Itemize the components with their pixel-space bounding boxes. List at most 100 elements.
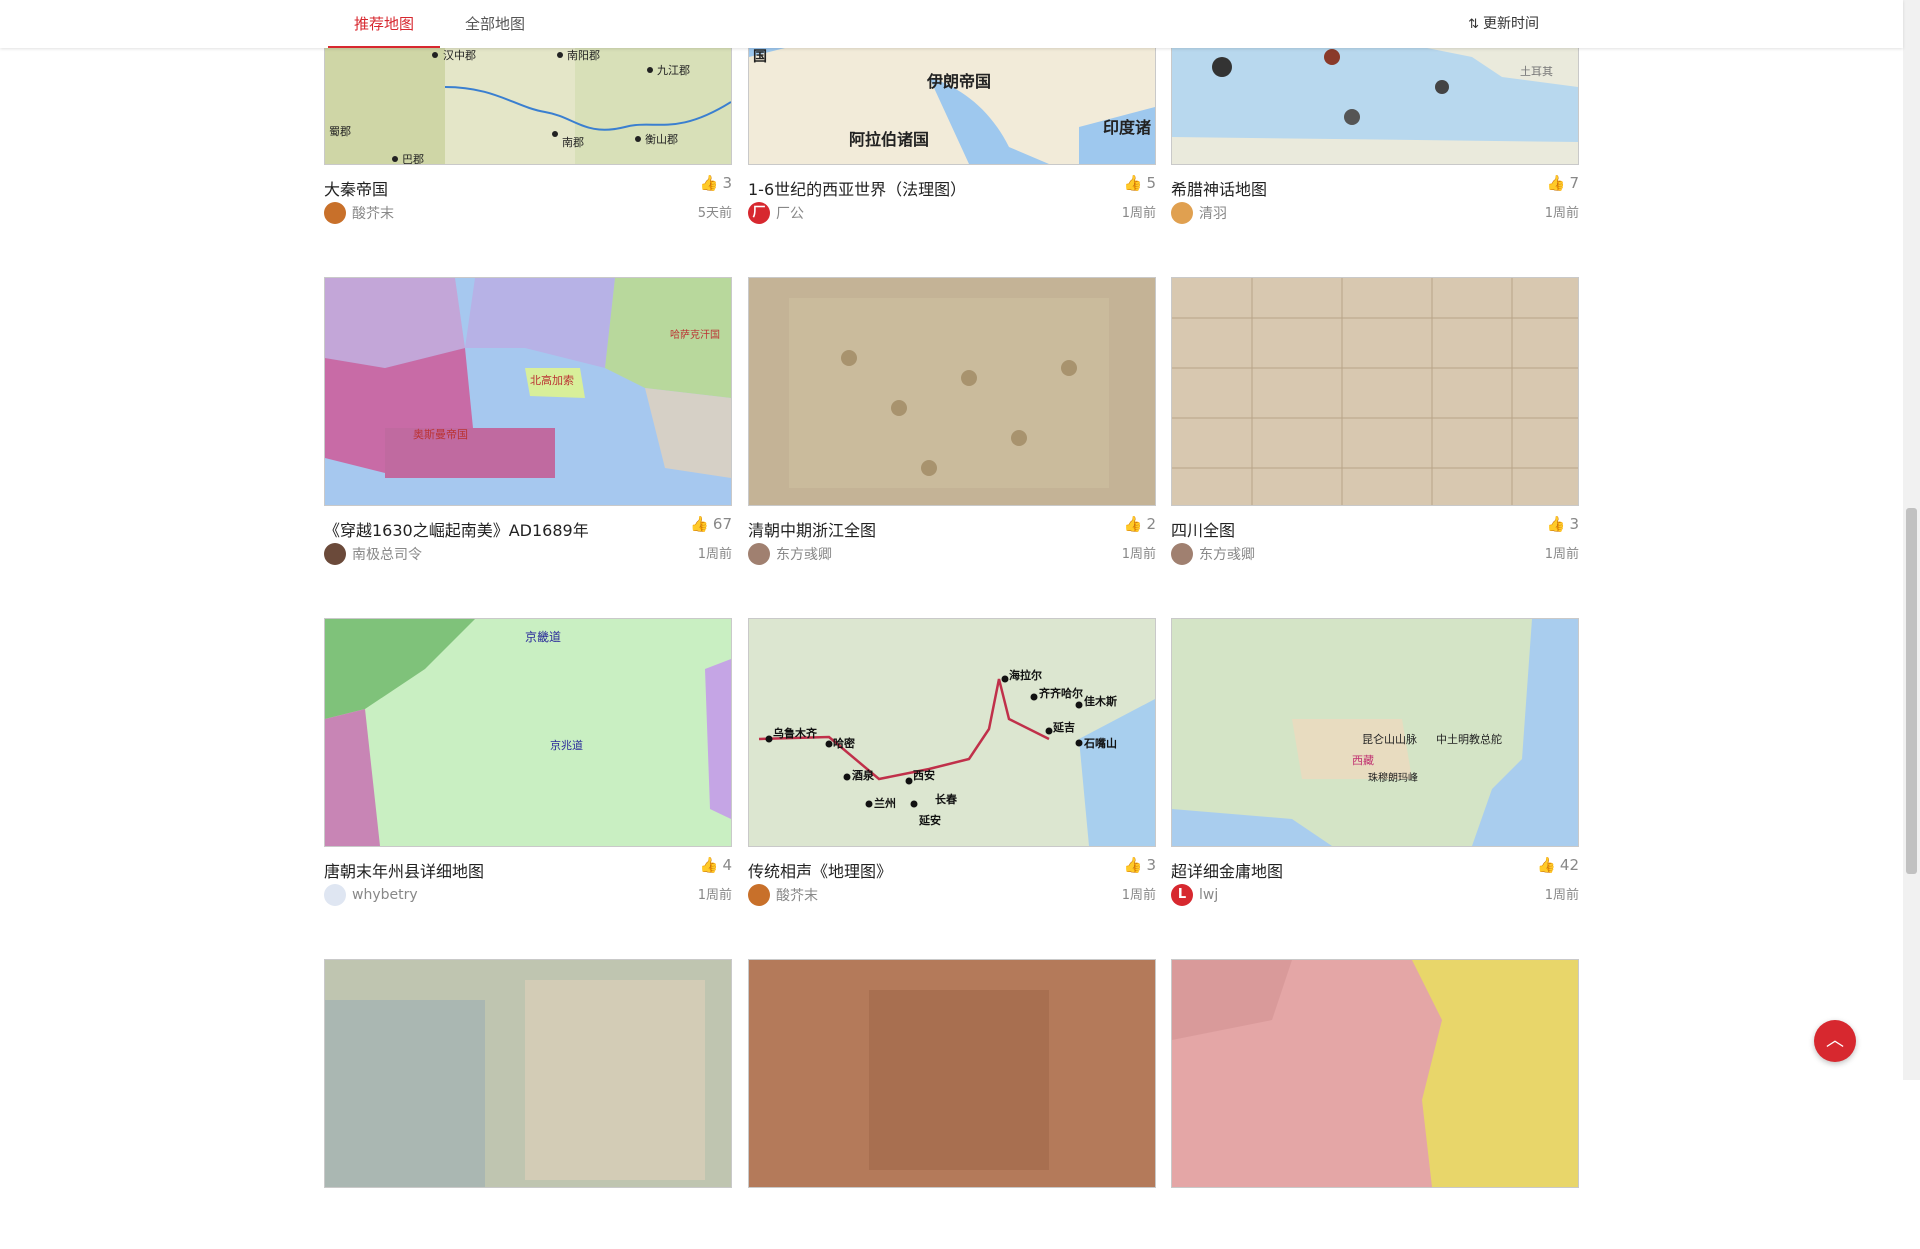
update-time: 5天前 [697, 206, 732, 221]
chevron-up-icon: ︿ [1826, 1030, 1844, 1051]
update-time: 1周前 [1544, 206, 1579, 221]
svg-text:哈萨克汗国: 哈萨克汗国 [670, 328, 720, 341]
map-image [1172, 278, 1578, 505]
author-link[interactable]: 南极总司令 [324, 543, 422, 567]
author-name: 东方彧卿 [776, 547, 832, 563]
map-title[interactable]: 《穿越1630之崛起南美》AD1689年 [324, 517, 589, 541]
svg-text:佳木斯: 佳木斯 [1084, 694, 1117, 708]
top-tab-bar: 推荐地图 全部地图 ⇅ 更新时间 [0, 0, 1903, 48]
avatar [324, 884, 346, 906]
map-title[interactable]: 超详细金庸地图 [1171, 858, 1283, 882]
update-time: 1周前 [1544, 547, 1579, 562]
map-title[interactable]: 1-6世纪的西亚世界（法理图） [748, 176, 966, 200]
svg-text:中土明教总舵: 中土明教总舵 [1436, 732, 1502, 746]
svg-text:兰州: 兰州 [874, 796, 896, 810]
svg-text:哈密: 哈密 [833, 736, 855, 750]
like-count[interactable]: 👍 3 [1124, 856, 1156, 874]
author-link[interactable]: 酸芥末 [748, 884, 818, 908]
map-card[interactable]: 海拉尔 齐齐哈尔 佳木斯 乌鲁木齐 哈密 酒泉 兰州 延安 长春 延吉 石嘴山 … [748, 618, 1156, 908]
thumbs-up-icon: 👍 [1546, 515, 1566, 533]
svg-text:蜀郡: 蜀郡 [329, 125, 351, 138]
update-time: 1周前 [1121, 547, 1156, 562]
svg-text:南阳郡: 南阳郡 [567, 49, 600, 62]
svg-text:奥斯曼帝国: 奥斯曼帝国 [413, 427, 468, 441]
svg-text:昆仑山山脉: 昆仑山山脉 [1362, 732, 1417, 746]
like-count[interactable]: 👍 42 [1537, 856, 1579, 874]
map-thumbnail[interactable] [1171, 277, 1579, 506]
map-thumbnail[interactable]: 海拉尔 齐齐哈尔 佳木斯 乌鲁木齐 哈密 酒泉 兰州 延安 长春 延吉 石嘴山 … [748, 618, 1156, 847]
map-thumbnail[interactable]: 北高加索 哈萨克汗国 奥斯曼帝国 [324, 277, 732, 506]
map-card[interactable] [1171, 959, 1579, 1249]
svg-text:印度诸: 印度诸 [1103, 118, 1151, 137]
author-link[interactable]: 酸芥末 [324, 202, 394, 226]
author-name: lwj [1199, 887, 1219, 903]
map-title[interactable]: 希腊神话地图 [1171, 176, 1267, 200]
tab-recommended-maps[interactable]: 推荐地图 [328, 0, 440, 48]
map-title[interactable]: 清朝中期浙江全图 [748, 517, 876, 541]
svg-text:酒泉: 酒泉 [852, 768, 875, 782]
map-card[interactable]: 清朝中期浙江全图 👍 2 东方彧卿 1周前 [748, 277, 1156, 567]
map-thumbnail[interactable]: 京畿道 京兆道 [324, 618, 732, 847]
like-count[interactable]: 👍 5 [1124, 174, 1156, 192]
author-link[interactable]: whybetry [324, 884, 418, 908]
tab-all-maps[interactable]: 全部地图 [462, 0, 528, 46]
avatar: L [1171, 884, 1193, 906]
map-title[interactable]: 唐朝末年州县详细地图 [324, 858, 484, 882]
author-name: 厂公 [776, 206, 804, 222]
like-count[interactable]: 👍 3 [1547, 515, 1579, 533]
map-thumbnail[interactable] [748, 959, 1156, 1188]
svg-text:延安: 延安 [918, 813, 941, 827]
author-link[interactable]: 东方彧卿 [1171, 543, 1255, 567]
svg-text:西安: 西安 [913, 768, 935, 782]
map-image: 北高加索 哈萨克汗国 奥斯曼帝国 [325, 278, 731, 505]
map-card[interactable] [324, 959, 732, 1249]
map-card[interactable]: 京畿道 京兆道 唐朝末年州县详细地图 👍 4 whybetry 1周前 [324, 618, 732, 908]
svg-text:巴郡: 巴郡 [402, 153, 424, 164]
svg-text:伊朗帝国: 伊朗帝国 [926, 72, 991, 91]
like-count[interactable]: 👍 2 [1124, 515, 1156, 533]
thumbs-up-icon: 👍 [690, 515, 709, 533]
map-title[interactable]: 传统相声《地理图》 [748, 858, 892, 882]
like-count[interactable]: 👍 4 [700, 856, 732, 874]
svg-text:衡山郡: 衡山郡 [645, 133, 678, 146]
map-image [1172, 960, 1578, 1187]
author-name: 南极总司令 [352, 547, 422, 563]
update-time: 1周前 [1121, 888, 1156, 903]
svg-text:京兆道: 京兆道 [550, 738, 583, 752]
scrollbar-thumb[interactable] [1906, 508, 1917, 874]
author-link[interactable]: 东方彧卿 [748, 543, 832, 567]
author-link[interactable]: Llwj [1171, 884, 1218, 908]
map-card[interactable]: 昆仑山山脉 中土明教总舵 西藏 珠穆朗玛峰 超详细金庸地图 👍 42 Llwj 1… [1171, 618, 1579, 908]
map-thumbnail[interactable] [1171, 959, 1579, 1188]
update-time: 1周前 [1544, 888, 1579, 903]
svg-text:南郡: 南郡 [562, 136, 584, 149]
svg-text:九江郡: 九江郡 [657, 64, 690, 77]
like-count[interactable]: 👍 3 [700, 174, 732, 192]
like-count[interactable]: 👍 7 [1547, 174, 1579, 192]
sort-label: 更新时间 [1483, 16, 1539, 32]
map-card[interactable]: 北高加索 哈萨克汗国 奥斯曼帝国 《穿越1630之崛起南美》AD1689年 👍 6… [324, 277, 732, 567]
map-thumbnail[interactable] [748, 277, 1156, 506]
avatar [1171, 543, 1193, 565]
map-thumbnail[interactable] [324, 959, 732, 1188]
map-thumbnail[interactable]: 昆仑山山脉 中土明教总舵 西藏 珠穆朗玛峰 [1171, 618, 1579, 847]
svg-text:京畿道: 京畿道 [525, 630, 561, 644]
update-time: 1周前 [697, 547, 732, 562]
avatar [748, 884, 770, 906]
author-link[interactable]: 厂厂公 [748, 202, 804, 226]
map-card[interactable] [748, 959, 1156, 1249]
map-card[interactable]: 四川全图 👍 3 东方彧卿 1周前 [1171, 277, 1579, 567]
map-title[interactable]: 四川全图 [1171, 517, 1235, 541]
avatar [748, 543, 770, 565]
map-image [325, 960, 731, 1187]
author-name: 清羽 [1199, 206, 1227, 222]
vertical-scrollbar[interactable] [1903, 0, 1920, 1080]
thumbs-up-icon: 👍 [1546, 174, 1566, 192]
svg-text:国: 国 [753, 49, 767, 65]
back-to-top-button[interactable]: ︿ [1814, 1020, 1856, 1062]
like-count[interactable]: 👍 67 [690, 515, 732, 533]
map-title[interactable]: 大秦帝国 [324, 176, 388, 200]
sort-by-update-time-button[interactable]: ⇅ 更新时间 [1468, 0, 1539, 48]
thumbs-up-icon: 👍 [699, 856, 719, 874]
author-link[interactable]: 清羽 [1171, 202, 1227, 226]
